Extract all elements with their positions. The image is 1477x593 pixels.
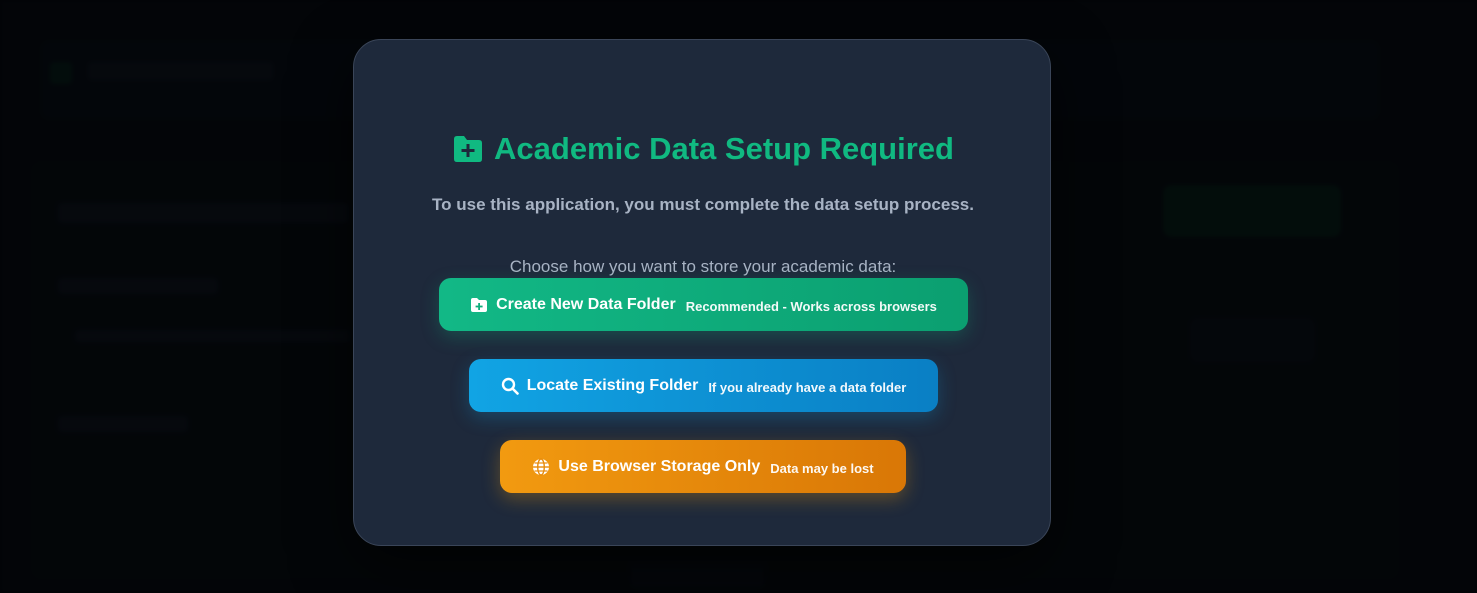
- browser-storage-sublabel: Data may be lost: [770, 461, 874, 476]
- browser-storage-label: Use Browser Storage Only: [558, 457, 761, 475]
- folder-plus-icon: [452, 135, 484, 163]
- locate-existing-folder-sublabel: If you already have a data folder: [708, 380, 907, 395]
- folder-plus-icon: [470, 296, 488, 314]
- modal-subtitle: To use this application, you must comple…: [432, 195, 974, 214]
- locate-existing-folder-label: Locate Existing Folder: [526, 376, 699, 394]
- modal-prompt: Choose how you want to store your academ…: [509, 257, 897, 276]
- modal-title: Academic Data Setup Required: [494, 131, 954, 166]
- globe-icon: [532, 457, 550, 476]
- create-new-folder-button[interactable]: Create New Data Folder Recommended - Wor…: [439, 278, 968, 331]
- locate-existing-folder-button[interactable]: Locate Existing Folder If you already ha…: [469, 359, 938, 412]
- browser-storage-button[interactable]: Use Browser Storage Only Data may be los…: [500, 440, 906, 493]
- search-icon: [501, 377, 519, 395]
- modal-title-row: Academic Data Setup Required: [354, 131, 1052, 167]
- setup-modal: Academic Data Setup Required To use this…: [353, 39, 1051, 546]
- create-new-folder-label: Create New Data Folder: [496, 295, 676, 313]
- create-new-folder-sublabel: Recommended - Works across browsers: [685, 299, 937, 314]
